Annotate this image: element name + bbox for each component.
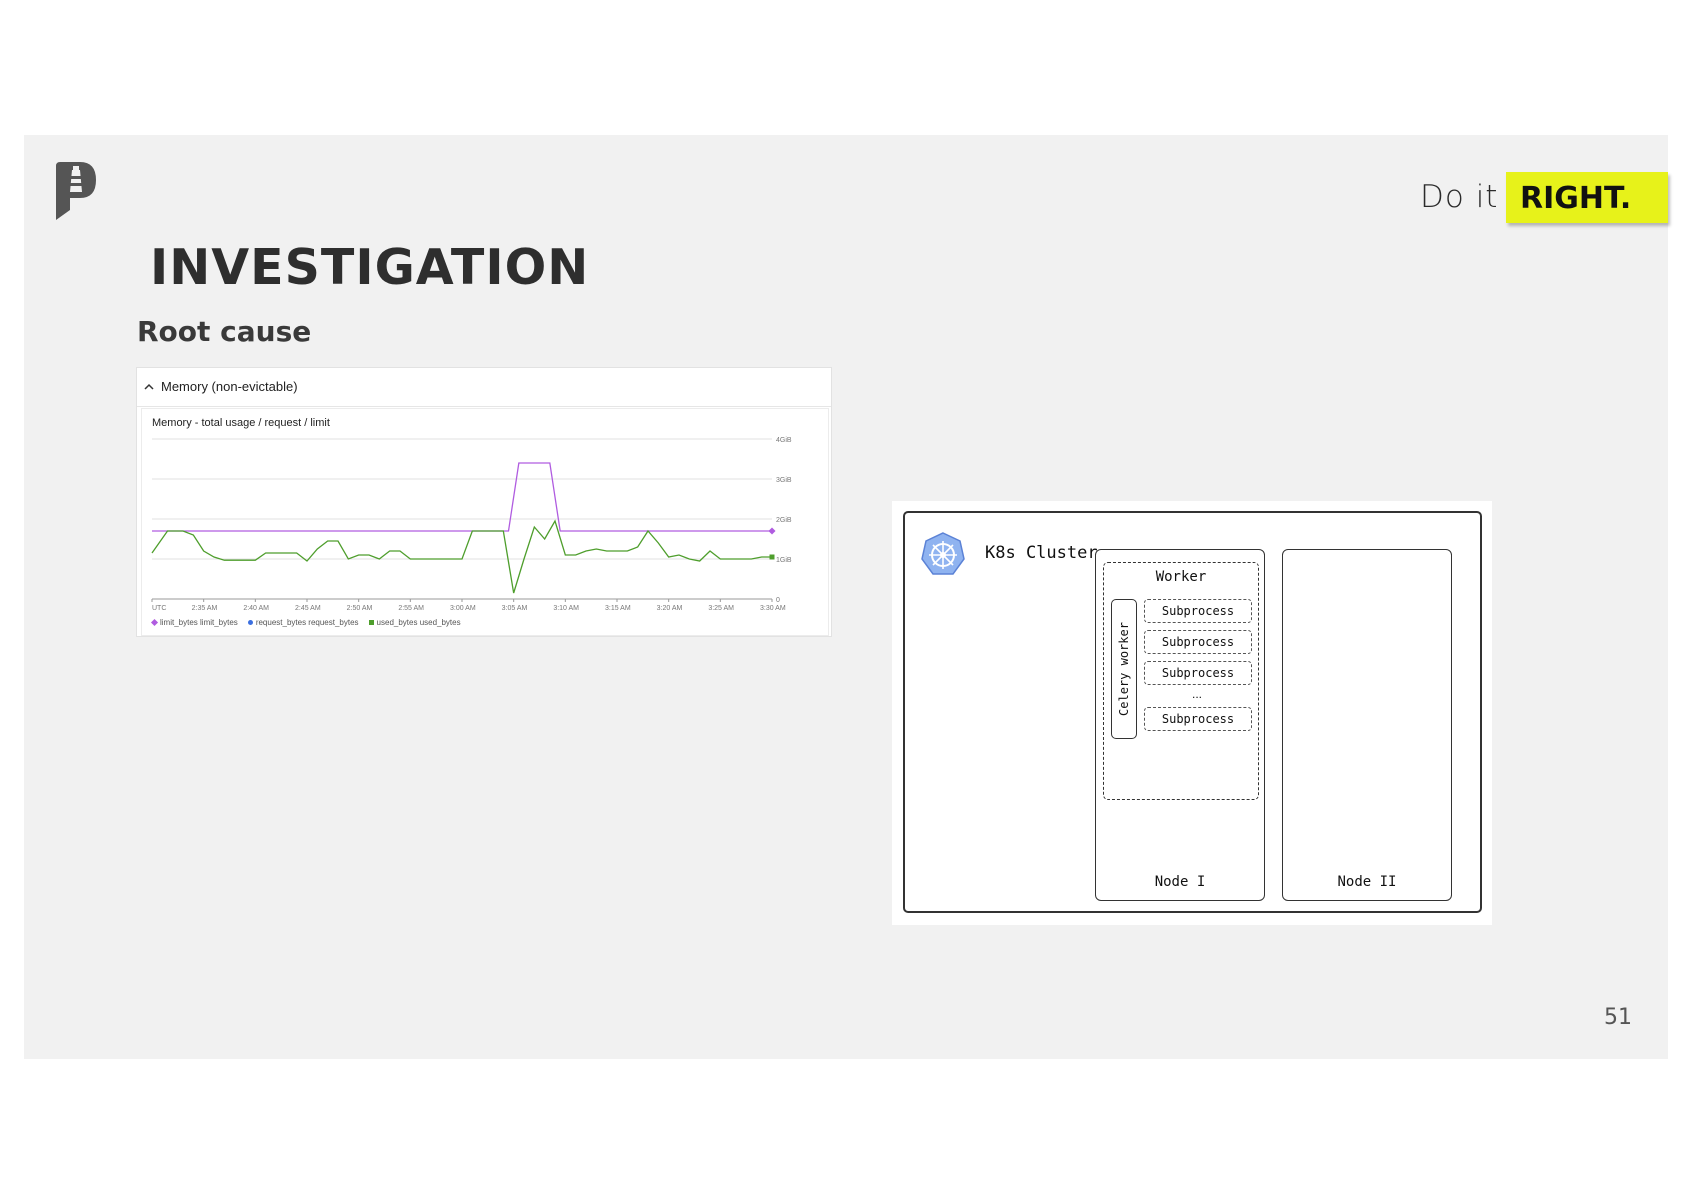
x-tick-label: 3:30 AM [760, 605, 786, 612]
celery-worker-box: Celery worker [1111, 599, 1137, 739]
y-tick-label: 0 [776, 597, 780, 604]
x-tick-label: 3:05 AM [502, 605, 528, 612]
cluster-box: K8s Cluster Worker Celery worker Subproc… [903, 511, 1482, 913]
subprocess-box: Subprocess [1144, 707, 1252, 731]
architecture-diagram: K8s Cluster Worker Celery worker Subproc… [892, 501, 1492, 925]
y-tick-label: 2GiB [776, 517, 792, 524]
node-box: Node II [1282, 549, 1452, 901]
legend-item-request[interactable]: request_bytes request_bytes [247, 618, 359, 627]
panel-header[interactable]: Memory (non-evictable) [137, 368, 831, 407]
legend-label: request_bytes request_bytes [255, 618, 359, 627]
legend-item-used[interactable]: used_bytes used_bytes [368, 618, 461, 627]
ellipsis: ... [1191, 687, 1202, 701]
series-line [151, 519, 772, 594]
x-tick-label: 2:45 AM [295, 605, 321, 612]
circle-icon [247, 620, 253, 625]
subprocess-box: Subprocess [1144, 661, 1252, 685]
x-tick-label: UTC [152, 605, 166, 612]
tagline-badge: RIGHT. [1506, 172, 1668, 223]
subprocess-box: Subprocess [1144, 630, 1252, 654]
subprocess-box: Subprocess [1144, 599, 1252, 623]
page-number: 51 [1604, 1005, 1632, 1030]
y-tick-label: 3GiB [776, 477, 792, 484]
legend-item-limit[interactable]: limit_bytes limit_bytes [150, 618, 238, 627]
y-tick-label: 4GiB [776, 437, 792, 444]
x-tick-label: 3:10 AM [553, 605, 579, 612]
series-line [152, 462, 772, 532]
diamond-icon [150, 618, 159, 627]
memory-chart-card: Memory (non-evictable) 0 1GiB 2GiB 3GiB 4GiB… [136, 367, 832, 637]
x-tick-label: 2:40 AM [243, 605, 269, 612]
chart-panel: 0 1GiB 2GiB 3GiB 4GiB UTC 2:35 AM 2:40 AM 2:45 A… [141, 408, 829, 636]
square-icon [368, 620, 374, 625]
page-title: INVESTIGATION [150, 239, 590, 296]
y-tick-label: 1GiB [776, 557, 792, 564]
section-subtitle: Root cause [137, 315, 312, 348]
brand-logo [56, 162, 96, 220]
panel-title: Memory (non-evictable) [161, 379, 298, 394]
legend-label: used_bytes used_bytes [376, 618, 461, 627]
series-end-marker [768, 527, 776, 535]
x-tick-label: 2:35 AM [192, 605, 218, 612]
x-tick-label: 3:25 AM [708, 605, 734, 612]
worker-label: Worker [1155, 569, 1207, 585]
worker-box: Worker Celery worker Subprocess Subproce… [1103, 562, 1259, 800]
x-tick-label: 2:50 AM [347, 605, 373, 612]
chart-legend: limit_bytes limit_bytes request_bytes re… [150, 618, 461, 627]
node-label: Node I [1154, 874, 1206, 890]
slide: Do it RIGHT. INVESTIGATION Root cause Me… [24, 135, 1668, 1059]
x-tick-label: 3:15 AM [605, 605, 631, 612]
chart-title: Memory - total usage / request / limit [152, 417, 330, 429]
memory-line-chart: 0 1GiB 2GiB 3GiB 4GiB UTC 2:35 AM 2:40 AM 2:45 A… [151, 437, 792, 612]
x-tick-label: 3:20 AM [657, 605, 683, 612]
x-tick-label: 3:00 AM [450, 605, 476, 612]
tagline-strong: RIGHT. [1520, 181, 1632, 216]
kubernetes-icon [921, 532, 965, 575]
cluster-label: K8s Cluster [985, 543, 1098, 563]
node-box: Worker Celery worker Subprocess Subproce… [1095, 549, 1265, 901]
legend-label: limit_bytes limit_bytes [160, 618, 238, 627]
tagline-text: Do it [1420, 179, 1499, 215]
series-end-marker [769, 554, 775, 560]
celery-worker-label: Celery worker [1117, 622, 1131, 716]
chevron-up-icon[interactable] [143, 381, 155, 393]
x-tick-label: 2:55 AM [398, 605, 424, 612]
node-label: Node II [1337, 874, 1397, 890]
